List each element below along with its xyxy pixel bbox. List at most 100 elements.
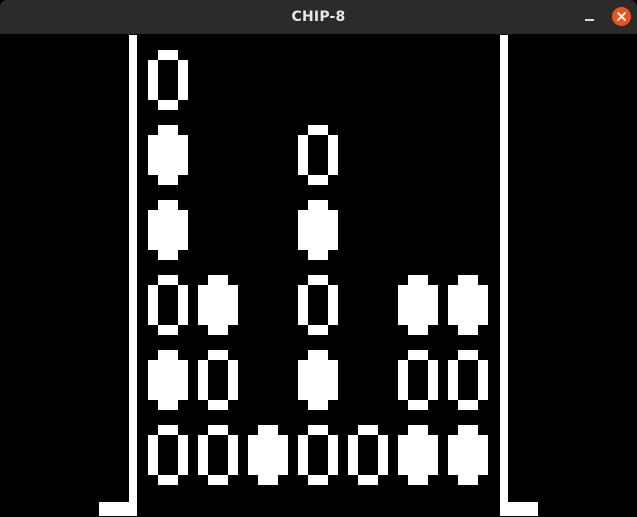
- piece-pixel-run: [298, 135, 308, 140]
- piece-pixel-run: [198, 380, 208, 385]
- piece-pixel-run: [308, 130, 328, 135]
- piece-pixel-run: [148, 170, 188, 175]
- piece-pixel-run: [198, 455, 208, 460]
- piece-pixel-run: [158, 355, 178, 360]
- piece-pixel-run: [178, 470, 188, 475]
- piece-pixel-run: [298, 235, 338, 240]
- piece-pixel-run: [148, 450, 158, 455]
- piece-pixel-run: [398, 465, 438, 470]
- piece-pixel-run: [148, 470, 158, 475]
- piece-pixel-run: [328, 300, 338, 305]
- piece-pixel-run: [448, 315, 488, 320]
- title-bar[interactable]: CHIP-8: [0, 0, 637, 34]
- piece-pixel-run: [178, 315, 188, 320]
- piece-pixel-run: [408, 280, 428, 285]
- board-left-wall: [129, 35, 137, 516]
- piece-pixel-run: [148, 460, 158, 465]
- piece-pixel-run: [148, 295, 158, 300]
- piece-pixel-run: [148, 150, 188, 155]
- piece-pixel-run: [458, 355, 478, 360]
- piece-pixel-run: [428, 370, 438, 375]
- piece-pixel-run: [198, 390, 208, 395]
- minimize-button[interactable]: [580, 7, 600, 27]
- piece-pixel-run: [148, 145, 188, 150]
- piece-pixel-run: [148, 220, 188, 225]
- piece-pixel-run: [198, 395, 208, 400]
- piece-pixel-run: [378, 465, 388, 470]
- piece-pixel-run: [148, 305, 158, 310]
- piece-pixel-run: [298, 390, 338, 395]
- piece-pixel-run: [198, 435, 208, 440]
- minimize-icon: [585, 19, 594, 21]
- game-screen[interactable]: [0, 34, 637, 517]
- piece-pixel-run: [158, 175, 178, 180]
- piece-pixel-run: [298, 245, 338, 250]
- piece-pixel-run: [208, 405, 228, 410]
- piece-pixel-run: [298, 220, 338, 225]
- piece-pixel-run: [228, 365, 238, 370]
- piece-pixel-run: [148, 310, 158, 315]
- piece-pixel-run: [148, 140, 188, 145]
- piece-pixel-run: [158, 350, 178, 355]
- piece-pixel-run: [398, 310, 438, 315]
- piece-pixel-run: [308, 275, 328, 280]
- piece-pixel-run: [298, 285, 308, 290]
- piece-pixel-run: [328, 465, 338, 470]
- piece-pixel-run: [358, 430, 378, 435]
- piece-pixel-run: [348, 440, 358, 445]
- piece-pixel-run: [408, 425, 428, 430]
- piece-pixel-run: [228, 460, 238, 465]
- piece-pixel-run: [298, 370, 338, 375]
- piece-pixel-run: [148, 240, 188, 245]
- piece-pixel-run: [198, 460, 208, 465]
- piece-pixel-run: [148, 285, 158, 290]
- piece-pixel-run: [258, 475, 278, 480]
- diamond-piece: [148, 125, 188, 185]
- piece-pixel-run: [308, 480, 328, 485]
- piece-pixel-run: [328, 145, 338, 150]
- piece-pixel-run: [148, 380, 188, 385]
- diamond-piece: [398, 275, 438, 335]
- piece-pixel-run: [398, 445, 438, 450]
- piece-pixel-run: [208, 475, 228, 480]
- piece-pixel-run: [248, 445, 288, 450]
- piece-pixel-run: [328, 440, 338, 445]
- close-button[interactable]: [612, 7, 631, 26]
- piece-pixel-run: [398, 320, 438, 325]
- piece-pixel-run: [298, 435, 308, 440]
- piece-pixel-run: [298, 210, 338, 215]
- piece-pixel-run: [398, 395, 408, 400]
- ring-piece: [148, 50, 188, 110]
- diamond-piece: [398, 425, 438, 485]
- piece-pixel-run: [308, 255, 328, 260]
- piece-pixel-run: [428, 375, 438, 380]
- piece-pixel-run: [448, 370, 458, 375]
- piece-pixel-run: [448, 290, 488, 295]
- piece-pixel-run: [198, 450, 208, 455]
- piece-pixel-run: [358, 475, 378, 480]
- piece-pixel-run: [448, 390, 458, 395]
- piece-pixel-run: [178, 320, 188, 325]
- piece-pixel-run: [328, 450, 338, 455]
- piece-pixel-run: [398, 315, 438, 320]
- piece-pixel-run: [208, 430, 228, 435]
- piece-pixel-run: [458, 480, 478, 485]
- piece-pixel-run: [408, 330, 428, 335]
- piece-pixel-run: [398, 460, 438, 465]
- piece-pixel-run: [478, 375, 488, 380]
- piece-pixel-run: [478, 380, 488, 385]
- close-icon: [617, 12, 626, 21]
- piece-pixel-run: [228, 375, 238, 380]
- piece-pixel-run: [398, 380, 408, 385]
- piece-pixel-run: [158, 255, 178, 260]
- diamond-piece: [298, 200, 338, 260]
- piece-pixel-run: [298, 225, 338, 230]
- piece-pixel-run: [178, 60, 188, 65]
- piece-pixel-run: [248, 455, 288, 460]
- piece-pixel-run: [398, 450, 438, 455]
- ring-piece: [298, 275, 338, 335]
- piece-pixel-run: [348, 460, 358, 465]
- piece-pixel-run: [328, 435, 338, 440]
- piece-pixel-run: [328, 165, 338, 170]
- piece-pixel-run: [248, 440, 288, 445]
